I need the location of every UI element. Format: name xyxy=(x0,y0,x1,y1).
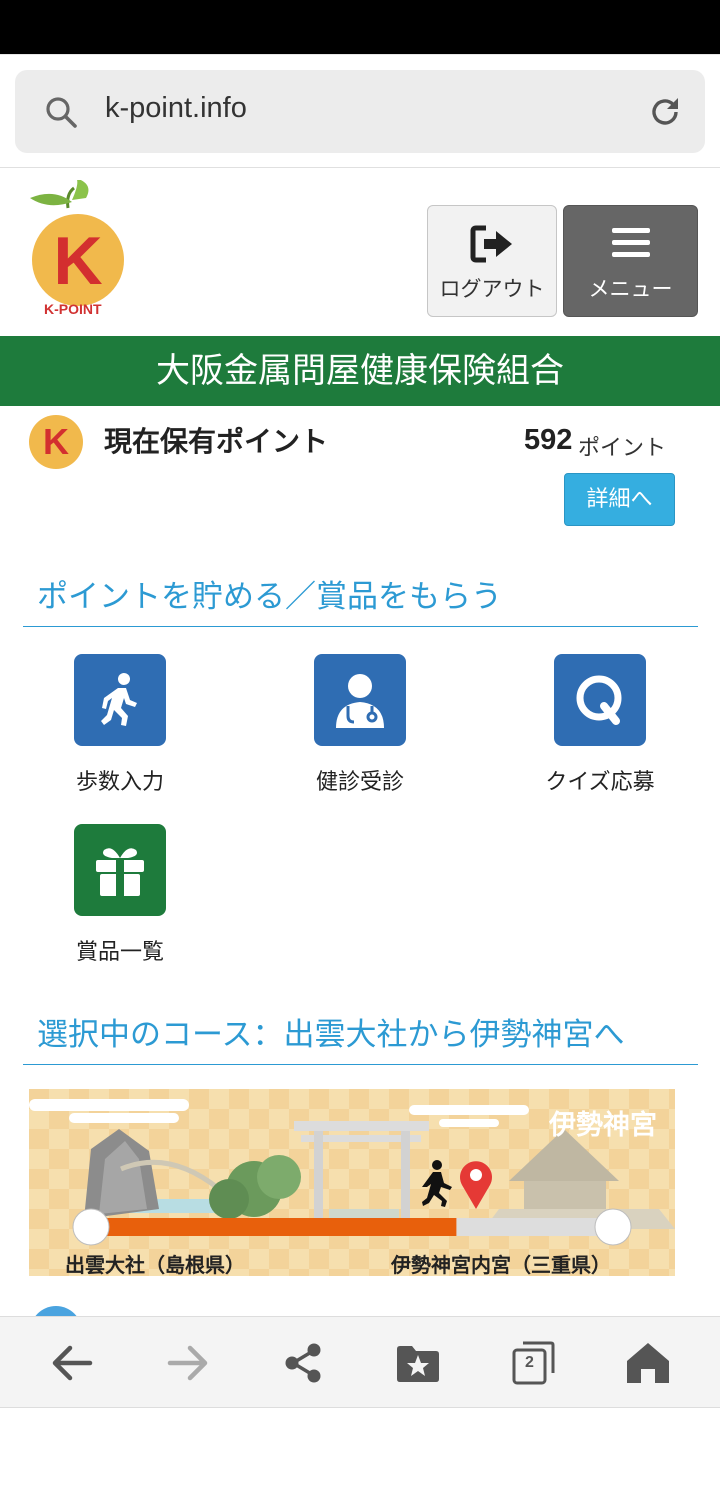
hamburger-icon xyxy=(612,228,650,257)
k-point-logo[interactable]: K xyxy=(24,180,134,320)
url-field[interactable]: k-point.info xyxy=(15,70,705,153)
earn-section-title: ポイントを貯める／賞品をもらう xyxy=(23,572,698,627)
points-label: 現在保有ポイント xyxy=(104,425,329,458)
home-icon xyxy=(627,1343,669,1383)
course-progress-map[interactable]: 伊勢神宮 出雲大社（島根県） 伊勢神宮内宮（三重県） xyxy=(29,1089,675,1276)
quiz-icon xyxy=(554,654,646,746)
site-header: K K-POINT ログアウト メニュー xyxy=(0,168,720,336)
destination-banner: 伊勢神宮 xyxy=(549,1110,657,1141)
reload-icon[interactable] xyxy=(647,94,683,130)
share-button[interactable] xyxy=(279,1339,327,1387)
browser-address-bar: k-point.info xyxy=(0,54,720,168)
svg-text:K: K xyxy=(43,421,69,462)
k-point-badge-icon: K xyxy=(29,415,83,469)
tabs-button[interactable]: 2 xyxy=(509,1339,557,1387)
doctor-icon xyxy=(314,654,406,746)
quiz-entry-tile[interactable]: クイズ応募 xyxy=(509,654,689,804)
tile-label: クイズ応募 xyxy=(545,770,655,795)
tab-count: 2 xyxy=(525,1354,534,1371)
logout-button[interactable]: ログアウト xyxy=(427,205,557,317)
course-section-title: 選択中のコース：出雲大社から伊勢神宮へ xyxy=(23,1010,698,1065)
org-name-banner: 大阪金属問屋健康保険組合 xyxy=(0,336,720,406)
logo-caption: K-POINT xyxy=(44,301,102,317)
course-end-label: 伊勢神宮内宮（三重県） xyxy=(391,1253,611,1276)
menu-button[interactable]: メニュー xyxy=(563,205,698,317)
arrow-left-icon xyxy=(52,1345,93,1381)
points-value: 592 xyxy=(524,424,573,456)
browser-bottom-nav: 2 xyxy=(0,1316,720,1408)
tile-label: 歩数入力 xyxy=(75,770,164,795)
arrow-right-icon xyxy=(167,1345,208,1381)
logout-icon xyxy=(470,225,512,263)
back-button[interactable] xyxy=(48,1339,96,1387)
search-icon xyxy=(46,97,77,128)
prize-list-tile[interactable]: 賞品一覧 xyxy=(29,824,209,974)
url-text: k-point.info xyxy=(105,92,247,124)
menu-label: メニュー xyxy=(588,277,673,301)
tile-label: 賞品一覧 xyxy=(75,940,164,965)
tile-label: 健診受診 xyxy=(315,770,404,795)
gift-icon xyxy=(74,824,166,916)
steps-input-tile[interactable]: 歩数入力 xyxy=(29,654,209,804)
course-progress-fill xyxy=(91,1218,457,1236)
forward-button[interactable] xyxy=(164,1339,212,1387)
logout-label: ログアウト xyxy=(439,277,545,301)
walking-person-icon xyxy=(74,654,166,746)
points-detail-button[interactable]: 詳細へ xyxy=(564,473,675,526)
bookmarks-button[interactable] xyxy=(394,1339,442,1387)
svg-text:K: K xyxy=(53,223,102,299)
home-button[interactable] xyxy=(624,1339,672,1387)
health-checkup-tile[interactable]: 健診受診 xyxy=(269,654,449,804)
course-start-label: 出雲大社（島根県） xyxy=(65,1253,245,1276)
share-icon xyxy=(285,1343,321,1383)
status-bar xyxy=(0,0,720,54)
bookmark-folder-icon xyxy=(397,1346,439,1382)
points-unit: ポイント xyxy=(578,436,667,461)
points-summary: K 現在保有ポイント 592 ポイント 詳細へ xyxy=(0,406,720,536)
